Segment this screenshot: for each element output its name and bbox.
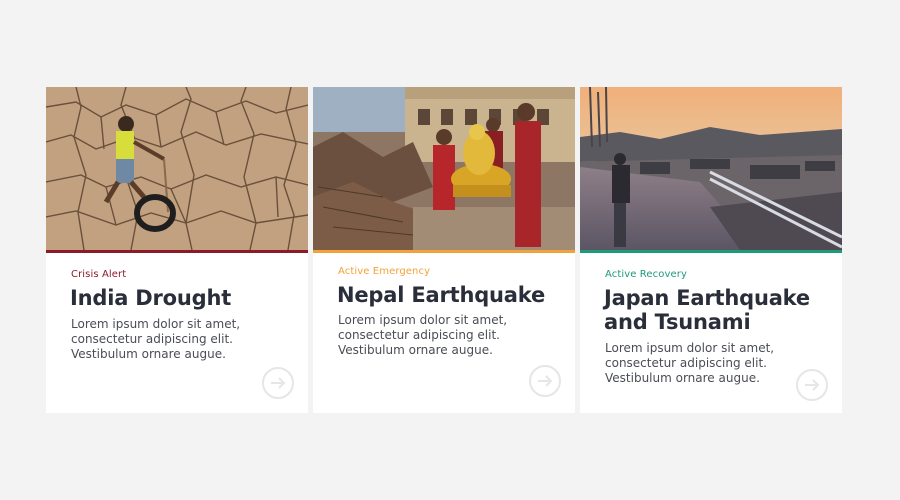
card-photo: [46, 87, 308, 250]
accent-stripe: [580, 250, 842, 253]
arrow-right-icon[interactable]: [262, 367, 294, 399]
card-title[interactable]: Nepal Earthquake: [337, 283, 562, 307]
card-photo: [313, 87, 575, 250]
card-description: Lorem ipsum dolor sit amet, consectetur …: [338, 313, 508, 357]
accent-stripe: [313, 250, 575, 253]
arrow-right-icon[interactable]: [796, 369, 828, 401]
card-category: Active Recovery: [605, 269, 687, 280]
monk-right: [515, 103, 541, 247]
card-india-drought[interactable]: Crisis Alert India Drought Lorem ipsum d…: [46, 87, 308, 413]
card-category: Active Emergency: [338, 266, 431, 277]
card-row: Crisis Alert India Drought Lorem ipsum d…: [46, 87, 842, 413]
card-category: Crisis Alert: [71, 269, 127, 280]
card-nepal-earthquake[interactable]: Active Emergency Nepal Earthquake Lorem …: [313, 87, 575, 413]
card-title[interactable]: India Drought: [70, 286, 295, 310]
card-title[interactable]: Japan Earthquake and Tsunami: [604, 286, 829, 334]
card-description: Lorem ipsum dolor sit amet, consectetur …: [71, 317, 241, 361]
accent-stripe: [46, 250, 308, 253]
card-photo: [580, 87, 842, 250]
card-japan-earthquake-tsunami[interactable]: Active Recovery Japan Earthquake and Tsu…: [580, 87, 842, 413]
arrow-right-icon[interactable]: [529, 365, 561, 397]
